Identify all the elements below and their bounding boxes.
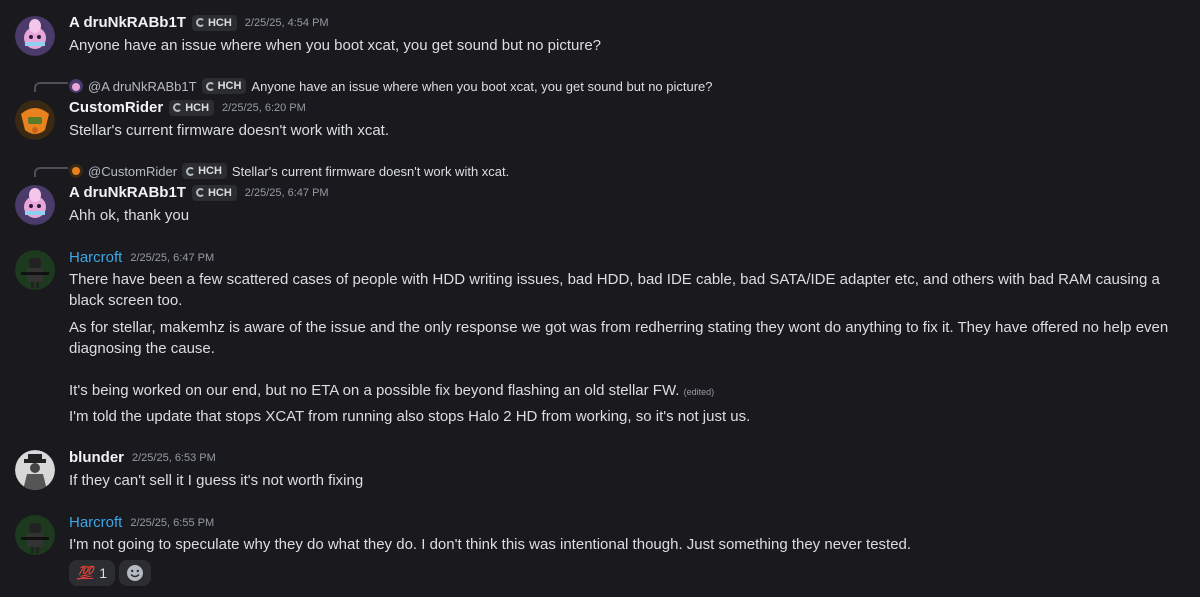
reply-preview[interactable]: @CustomRider HCH Stellar's current firmw…: [69, 163, 509, 179]
reply-avatar: [69, 164, 83, 178]
timestamp: 2/25/25, 6:20 PM: [222, 101, 306, 114]
reply-text: Anyone have an issue where when you boot…: [251, 78, 713, 94]
author-name[interactable]: CustomRider: [69, 99, 163, 116]
add-reaction-button[interactable]: [118, 560, 151, 586]
guild-tag[interactable]: HCH: [191, 184, 237, 201]
avatar[interactable]: [15, 16, 55, 56]
message-line: It's being worked on our end, but no ETA…: [69, 382, 715, 399]
reply-author: @A druNkRABb1T: [88, 78, 197, 94]
message-header: A druNkRABb1T HCH 2/25/25, 4:54 PM: [69, 14, 329, 31]
avatar[interactable]: [15, 515, 55, 555]
message-content: I'm not going to speculate why they do w…: [69, 536, 912, 553]
author-name[interactable]: blunder: [69, 449, 124, 466]
reaction-count: 1: [99, 565, 107, 581]
reply-spine: [34, 167, 68, 177]
reply-text: Stellar's current firmware doesn't work …: [231, 163, 510, 179]
reply-spine: [34, 82, 68, 92]
tag-icon: [195, 188, 205, 197]
message-line: There have been a few scattered cases of…: [69, 271, 1160, 309]
avatar[interactable]: [15, 450, 55, 490]
reply-author: @CustomRider: [88, 163, 178, 179]
reaction-hundred[interactable]: 💯 1: [69, 560, 115, 586]
message-content: Stellar's current firmware doesn't work …: [69, 122, 389, 139]
author-name[interactable]: Harcroft: [69, 514, 122, 531]
timestamp: 2/25/25, 6:55 PM: [130, 516, 215, 529]
timestamp: 2/25/25, 4:54 PM: [244, 16, 329, 29]
tag-icon: [186, 166, 196, 176]
author-name[interactable]: Harcroft: [69, 249, 122, 266]
avatar[interactable]: [15, 185, 55, 225]
timestamp: 2/25/25, 6:53 PM: [132, 451, 216, 464]
message-header: Harcroft 2/25/25, 6:47 PM: [69, 249, 214, 266]
author-name[interactable]: A druNkRABb1T: [69, 14, 186, 31]
message-header: CustomRider HCH 2/25/25, 6:20 PM: [69, 99, 306, 116]
tag-icon: [173, 103, 183, 112]
message-line: As for stellar, makemhz is aware of the …: [69, 319, 1169, 357]
guild-tag: HCH: [201, 78, 247, 94]
guild-tag: HCH: [182, 163, 227, 179]
tag-icon: [205, 81, 215, 91]
guild-tag[interactable]: HCH: [191, 14, 237, 31]
tag-icon: [195, 18, 205, 27]
avatar[interactable]: [15, 250, 55, 290]
timestamp: 2/25/25, 6:47 PM: [130, 251, 215, 264]
message-header: Harcroft 2/25/25, 6:55 PM: [69, 514, 214, 531]
message-line: I'm told the update that stops XCAT from…: [69, 408, 751, 425]
edited-label: (edited): [683, 387, 715, 397]
author-name[interactable]: A druNkRABb1T: [69, 184, 186, 201]
smiley-icon: [126, 565, 143, 581]
message-content: Ahh ok, thank you: [69, 207, 190, 224]
timestamp: 2/25/25, 6:47 PM: [244, 186, 329, 199]
message-header: A druNkRABb1T HCH 2/25/25, 6:47 PM: [69, 184, 329, 201]
reply-preview[interactable]: @A druNkRABb1T HCH Anyone have an issue …: [69, 78, 713, 94]
avatar[interactable]: [15, 100, 55, 140]
hundred-icon: 💯: [77, 565, 94, 580]
reply-avatar: [69, 79, 83, 93]
reactions-bar: 💯 1: [69, 560, 151, 586]
message-content: If they can't sell it I guess it's not w…: [69, 472, 364, 489]
message-content: Anyone have an issue where when you boot…: [69, 37, 602, 54]
guild-tag[interactable]: HCH: [169, 99, 215, 116]
message-header: blunder 2/25/25, 6:53 PM: [69, 449, 216, 466]
